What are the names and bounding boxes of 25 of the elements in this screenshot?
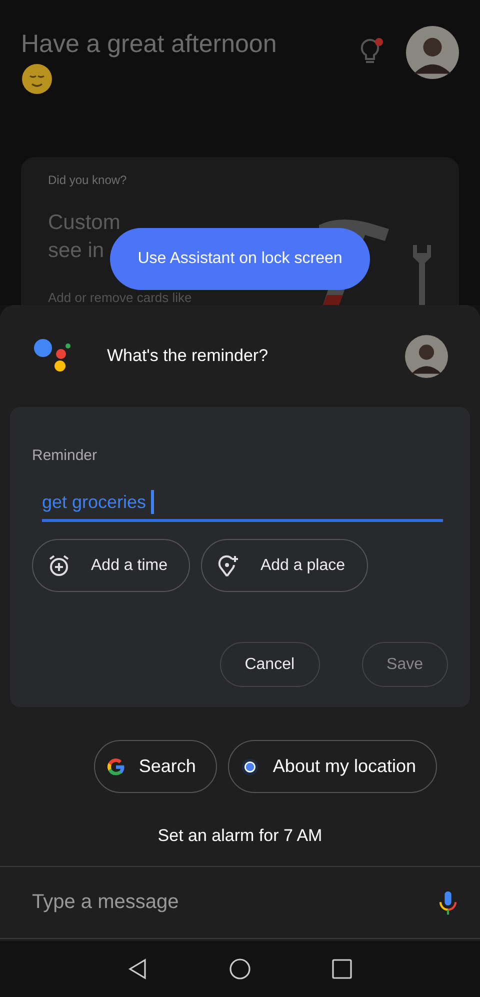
pin-plus-icon [216, 554, 240, 578]
recents-icon[interactable] [331, 958, 353, 980]
card-label: Did you know? [48, 173, 128, 187]
home-icon[interactable] [229, 958, 251, 980]
lock-screen-tooltip[interactable]: Use Assistant on lock screen [110, 228, 370, 290]
reminder-field[interactable]: get groceries [42, 488, 443, 522]
microphone-icon [438, 888, 458, 916]
add-time-button[interactable]: Add a time [32, 539, 190, 592]
smiley-icon [21, 63, 53, 95]
search-suggestion[interactable]: Search [94, 740, 217, 793]
greeting-text: Have a great afternoon [21, 30, 278, 59]
field-label: Reminder [32, 447, 98, 464]
google-g-icon [104, 756, 127, 778]
card-body: Add or remove cards like [48, 291, 192, 305]
card-title: see in [48, 238, 104, 264]
location-suggestion[interactable]: About my location [228, 740, 437, 793]
message-field[interactable]: Type a message [32, 891, 438, 914]
add-place-button[interactable]: Add a place [201, 539, 368, 592]
back-icon[interactable] [127, 958, 149, 980]
avatar [406, 26, 459, 79]
avatar [405, 334, 448, 378]
assistant-prompt: What's the reminder? [107, 346, 270, 366]
cancel-button[interactable]: Cancel [220, 642, 320, 687]
suggestion-link[interactable]: Set an alarm for 7 AM [158, 826, 322, 846]
alarm-plus-icon [47, 554, 71, 578]
